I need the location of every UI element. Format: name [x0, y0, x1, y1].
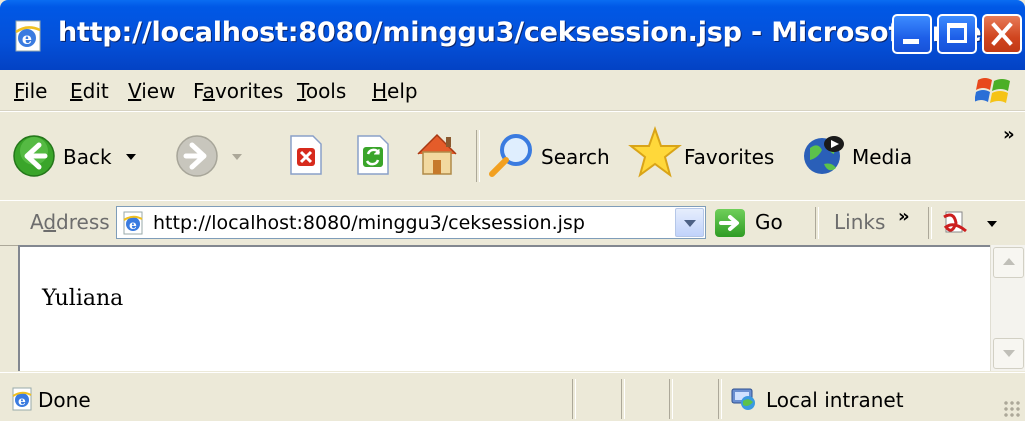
search-label: Search — [541, 145, 610, 169]
refresh-icon — [357, 135, 389, 175]
minimize-button[interactable] — [892, 14, 932, 54]
menu-help[interactable]: Help — [372, 79, 418, 103]
maximize-icon — [947, 23, 967, 43]
address-label: Address — [30, 210, 110, 234]
window-title: http://localhost:8080/minggu3/ceksession… — [58, 17, 1025, 48]
favorites-button[interactable]: Favorites — [628, 120, 788, 190]
page-text: Yuliana — [42, 286, 124, 311]
search-magnifier-icon — [489, 134, 532, 177]
address-input[interactable]: e http://localhost:8080/minggu3/ceksessi… — [116, 206, 706, 239]
status-divider — [621, 379, 625, 419]
status-divider — [718, 379, 722, 419]
home-button[interactable] — [410, 122, 466, 188]
close-button[interactable] — [982, 14, 1022, 54]
scroll-down-button[interactable] — [993, 338, 1024, 369]
svg-text:e: e — [22, 29, 32, 48]
links-separator — [928, 207, 932, 239]
menu-view[interactable]: View — [128, 79, 175, 103]
pdf-icon[interactable] — [942, 209, 968, 237]
svg-text:e: e — [129, 218, 137, 232]
forward-arrow-icon — [176, 135, 218, 177]
ie-page-icon: e — [123, 211, 143, 235]
resize-grip[interactable] — [1003, 400, 1021, 418]
go-arrow-icon[interactable] — [715, 209, 745, 237]
close-icon — [991, 22, 1013, 46]
address-url: http://localhost:8080/minggu3/ceksession… — [153, 212, 585, 234]
links-overflow-chevron[interactable]: » — [898, 206, 910, 227]
status-divider — [572, 379, 576, 419]
media-button[interactable]: Media — [800, 122, 920, 190]
status-text: Done — [38, 388, 91, 412]
windows-logo-icon — [975, 78, 1010, 103]
forward-dropdown-arrow[interactable] — [232, 154, 242, 160]
maximize-button[interactable] — [937, 14, 977, 54]
toolbar-overflow-chevron[interactable]: » — [1003, 124, 1015, 145]
page-content: Yuliana — [18, 245, 990, 371]
status-divider — [669, 379, 673, 419]
favorites-star-icon — [628, 126, 682, 178]
media-label: Media — [852, 145, 913, 169]
svg-text:e: e — [18, 394, 26, 408]
chevron-down-icon — [684, 220, 696, 227]
status-bar: e Done Local intranet — [0, 372, 1025, 421]
links-label[interactable]: Links — [834, 210, 885, 234]
refresh-button[interactable] — [350, 124, 398, 188]
address-dropdown-button[interactable] — [675, 208, 704, 237]
browser-window: e http://localhost:8080/minggu3/ceksessi… — [0, 0, 1025, 421]
menu-favorites[interactable]: Favorites — [193, 79, 283, 103]
pdf-dropdown-arrow[interactable] — [987, 221, 997, 227]
address-separator — [815, 207, 819, 239]
stop-icon — [290, 135, 322, 175]
back-arrow-icon — [13, 135, 55, 177]
go-button[interactable]: Go — [755, 210, 783, 234]
ie-page-icon: e — [15, 20, 41, 52]
back-dropdown-arrow[interactable] — [126, 154, 136, 160]
menu-file[interactable]: File — [14, 79, 47, 103]
vertical-scrollbar[interactable] — [990, 245, 1025, 371]
home-icon — [417, 133, 457, 175]
forward-button[interactable] — [175, 122, 275, 190]
zone-text: Local intranet — [766, 388, 904, 412]
back-label: Back — [63, 145, 112, 169]
scroll-up-button[interactable] — [993, 247, 1024, 278]
menu-bar: File Edit View Favorites Tools Help — [0, 70, 1025, 111]
intranet-zone-icon — [731, 388, 755, 410]
toolbar-separator — [476, 130, 480, 182]
search-button[interactable]: Search — [486, 122, 616, 190]
title-bar[interactable]: e http://localhost:8080/minggu3/ceksessi… — [0, 0, 1025, 70]
favorites-label: Favorites — [684, 145, 775, 169]
stop-button[interactable] — [283, 124, 331, 188]
chevron-down-icon — [1003, 350, 1015, 357]
menu-edit[interactable]: Edit — [70, 79, 109, 103]
standard-toolbar: Back Search Favorites Media » — [0, 111, 1025, 201]
address-bar: Address e http://localhost:8080/minggu3/… — [0, 200, 1025, 246]
ie-page-icon: e — [12, 387, 32, 411]
menu-tools[interactable]: Tools — [297, 79, 346, 103]
chevron-up-icon — [1003, 258, 1015, 265]
media-globe-icon — [804, 136, 844, 174]
back-button[interactable]: Back — [8, 122, 168, 190]
minimize-icon — [903, 39, 919, 44]
